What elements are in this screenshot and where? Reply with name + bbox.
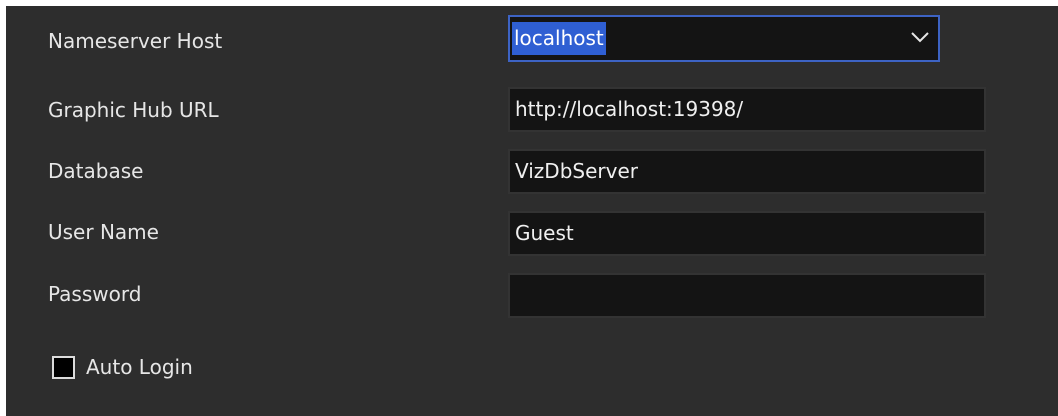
user-name-field[interactable]: Guest <box>508 211 986 256</box>
nameserver-host-combobox[interactable]: localhost <box>508 15 940 62</box>
user-name-label: User Name <box>48 220 159 244</box>
login-settings-panel: Nameserver Host localhost Graphic Hub UR… <box>6 6 1058 416</box>
nameserver-host-label: Nameserver Host <box>48 29 223 53</box>
nameserver-host-value[interactable]: localhost <box>512 22 606 55</box>
password-label: Password <box>48 282 142 306</box>
chevron-down-icon[interactable] <box>910 30 930 44</box>
database-field[interactable]: VizDbServer <box>508 149 986 194</box>
database-label: Database <box>48 159 144 183</box>
password-field[interactable] <box>508 273 986 318</box>
auto-login-checkbox[interactable] <box>52 356 75 379</box>
auto-login-label[interactable]: Auto Login <box>86 355 193 379</box>
graphic-hub-url-field[interactable]: http://localhost:19398/ <box>508 87 986 132</box>
graphic-hub-url-label: Graphic Hub URL <box>48 98 219 122</box>
